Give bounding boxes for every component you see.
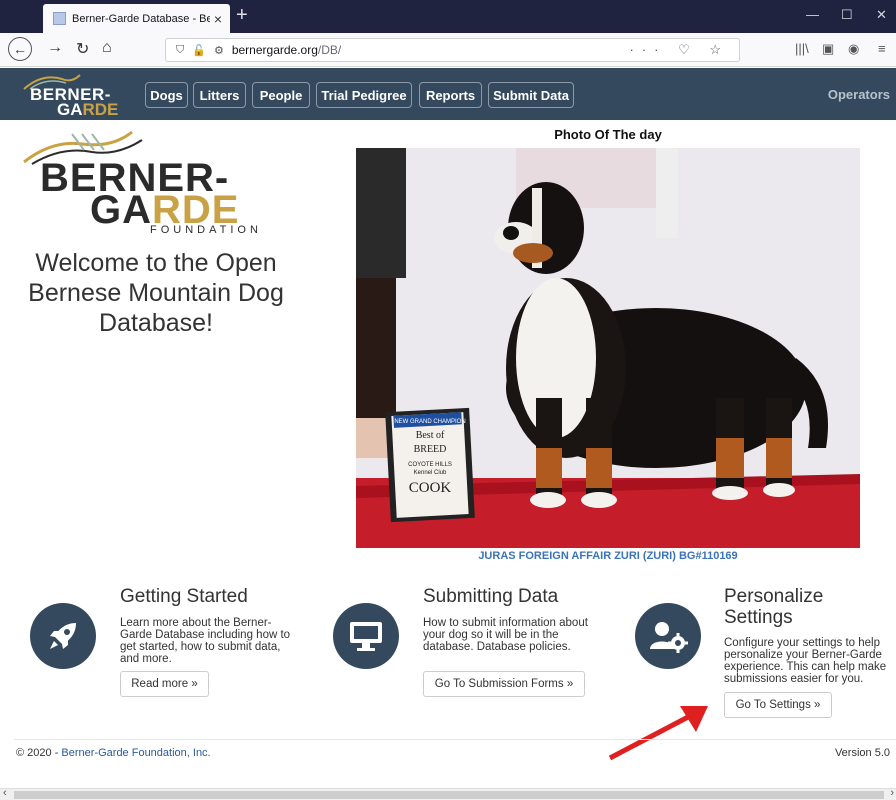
url-path: /DB/ [317,43,342,57]
page-actions-icon[interactable]: ··· ♡ ☆ [629,42,729,58]
menu-icon[interactable]: ≡ [878,41,886,56]
photo-of-day-image[interactable]: NEW GRAND CHAMPION Best of BREED COYOTE … [356,148,860,548]
annotation-arrow-icon [608,706,708,761]
scroll-right-icon[interactable]: › [890,787,894,799]
award-sign: NEW GRAND CHAMPION Best of BREED COYOTE … [385,407,475,523]
header-logo-line2: GARDE [57,100,119,119]
foundation-logo: BERNER- GARDE FOUNDATION [22,130,292,240]
permissions-icon[interactable]: ⚙ [214,44,224,57]
library-icon[interactable]: |||\ [795,41,809,56]
photo-caption[interactable]: JURAS FOREIGN AFFAIR ZURI (ZURI) BG#1101… [356,550,860,562]
scroll-left-icon[interactable]: ‹ [3,787,7,799]
sign-line4: COYOTE HILLS [408,462,452,468]
browser-nav-bar: ← → ↻ ⌂ ⛉ 🔓 ⚙ bernergarde.org/DB/ ··· ♡ … [0,33,896,67]
site-header: BERNER- GARDE Dogs Litters People Trial … [0,68,896,120]
scrollbar-thumb[interactable] [14,791,884,799]
shield-icon[interactable]: ⛉ [176,44,184,57]
sign-line6: COOK [409,480,452,496]
feature-submitting-data-title: Submitting Data [423,586,559,607]
horizontal-scrollbar[interactable]: ‹ › [0,787,896,800]
sign-line1: NEW GRAND CHAMPION [394,419,465,425]
user-gear-icon [635,603,701,669]
sign-line3: BREED [414,444,447,455]
sign-line2: Best of [416,430,445,441]
nav-reports[interactable]: Reports [419,82,482,108]
feature-getting-started-desc: Learn more about the Berner-Garde Databa… [120,617,291,665]
insecure-lock-icon[interactable]: 🔓 [192,44,206,57]
close-window-icon[interactable]: ✕ [876,7,887,23]
header-logo[interactable]: BERNER- GARDE [18,71,138,119]
nav-operators[interactable]: Operators [828,87,890,102]
nav-submit-data[interactable]: Submit Data [488,82,574,108]
photo-of-day-title: Photo Of The day [554,127,662,142]
nav-dogs[interactable]: Dogs [145,82,188,108]
feature-submitting-data-desc: How to submit information about your dog… [423,617,588,653]
rocket-icon [30,603,96,669]
nav-litters[interactable]: Litters [193,82,246,108]
footer-divider [14,739,896,740]
version-label: Version 5.0 [834,747,890,759]
url-bar[interactable]: ⛉ 🔓 ⚙ bernergarde.org/DB/ ··· ♡ ☆ [165,38,740,62]
feature-personalize-settings-desc: Configure your settings to help personal… [724,637,887,685]
nav-trial-pedigree[interactable]: Trial Pedigree [316,82,412,108]
tab-close-icon[interactable]: × [214,11,222,27]
home-icon[interactable]: ⌂ [102,39,112,57]
app-root: Berner-Garde Database - Berne × + — ☐ ✕ … [0,0,896,800]
reload-icon[interactable]: ↻ [76,39,89,59]
feature-getting-started-title: Getting Started [120,586,248,607]
sidebar-icon[interactable]: ▣ [822,41,834,57]
copyright: © 2020 - Berner-Garde Foundation, Inc. [16,747,211,759]
dog-photo-illustration: NEW GRAND CHAMPION Best of BREED COYOTE … [356,148,860,548]
sign-line5: Kennel Club [414,470,447,476]
read-more-button[interactable]: Read more » [120,671,209,697]
monitor-icon [333,603,399,669]
tab-title: Berner-Garde Database - Berne [72,12,210,25]
logo-line3: FOUNDATION [150,224,262,236]
new-tab-icon[interactable]: + [236,4,248,27]
feature-personalize-settings-title: Personalize Settings [724,586,824,628]
go-to-submission-forms-button[interactable]: Go To Submission Forms » [423,671,585,697]
browser-tab[interactable]: Berner-Garde Database - Berne × [43,4,230,33]
forward-icon[interactable]: → [47,39,63,57]
foundation-link[interactable]: Berner-Garde Foundation, Inc. [61,747,210,759]
welcome-heading: Welcome to the Open Bernese Mountain Dog… [28,249,284,337]
maximize-icon[interactable]: ☐ [841,7,853,23]
account-icon[interactable]: ◉ [848,41,859,57]
url-host: bernergarde.org [231,43,318,57]
go-to-settings-button[interactable]: Go To Settings » [724,692,832,718]
back-icon[interactable]: ← [8,37,32,61]
page-favicon-icon [53,12,66,25]
browser-tab-bar: Berner-Garde Database - Berne × + — ☐ ✕ [0,0,896,33]
minimize-icon[interactable]: — [806,7,819,22]
nav-people[interactable]: People [252,82,310,108]
